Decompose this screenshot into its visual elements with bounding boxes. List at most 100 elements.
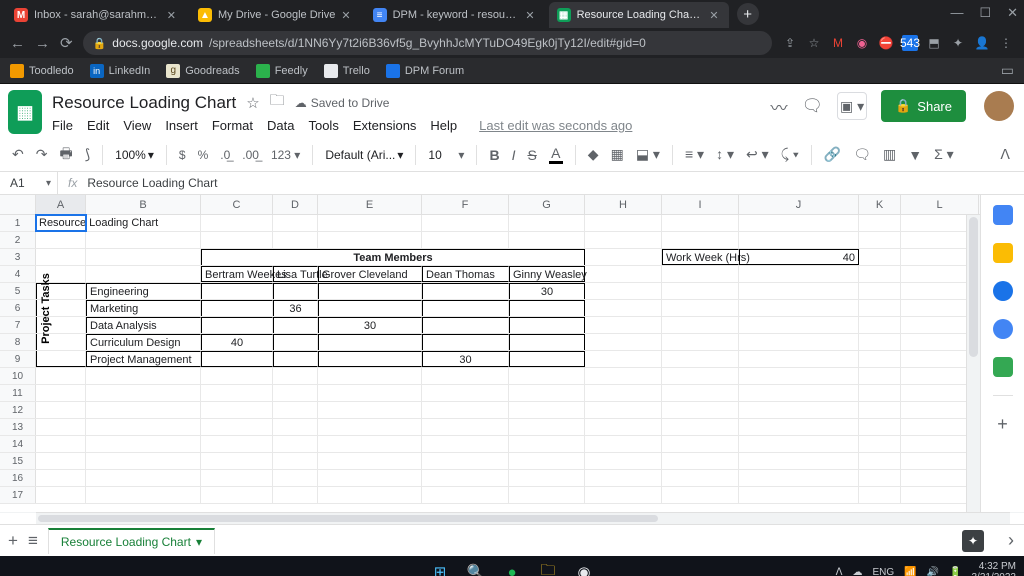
cell[interactable]: Lisa Turtle (273, 266, 318, 282)
close-icon[interactable]: ✕ (341, 9, 350, 22)
close-window-icon[interactable]: ✕ (1007, 5, 1018, 21)
currency-button[interactable]: $ (177, 148, 188, 162)
cell[interactable] (36, 436, 86, 452)
cell[interactable] (662, 368, 739, 384)
document-title[interactable]: Resource Loading Chart (52, 93, 236, 113)
cell[interactable] (585, 249, 662, 265)
cell[interactable] (36, 249, 86, 265)
menu-icon[interactable]: ⋮ (998, 35, 1014, 51)
cell[interactable] (422, 419, 509, 435)
extensions-icon[interactable]: ✦ (950, 35, 966, 51)
cell[interactable] (662, 215, 739, 231)
badge-count[interactable]: 543 (902, 35, 918, 51)
cell[interactable] (859, 351, 901, 367)
cell[interactable] (422, 334, 509, 350)
text-color-button[interactable]: A (547, 145, 565, 164)
cell[interactable]: Team Members (201, 249, 585, 265)
cell[interactable]: Ginny Weasley (509, 266, 585, 282)
cell[interactable] (585, 334, 662, 350)
cell[interactable]: 40 (739, 249, 859, 265)
cell[interactable]: Resource Loading Chart (36, 215, 86, 231)
paint-format-button[interactable]: ⟆ (83, 146, 92, 163)
decrease-decimal-button[interactable]: .0̲ (218, 148, 232, 162)
cell[interactable] (585, 436, 662, 452)
cell[interactable] (273, 436, 318, 452)
cell[interactable] (509, 385, 585, 401)
language-indicator[interactable]: ENG (872, 567, 894, 576)
bookmark-toodledo[interactable]: Toodledo (10, 64, 74, 78)
cell[interactable] (739, 470, 859, 486)
undo-button[interactable]: ↶ (10, 146, 26, 163)
cell[interactable] (859, 385, 901, 401)
cell[interactable] (422, 453, 509, 469)
cell[interactable] (509, 215, 585, 231)
bookmark-goodreads[interactable]: gGoodreads (166, 64, 239, 78)
cell[interactable] (86, 487, 201, 503)
cell[interactable] (86, 266, 201, 282)
explore-button[interactable]: ✦ (962, 530, 984, 552)
cell[interactable]: 30 (318, 317, 422, 333)
cell[interactable]: Curriculum Design (86, 334, 201, 350)
strike-button[interactable]: S (525, 147, 538, 163)
comment-button[interactable]: 🗨 (851, 146, 873, 163)
cell[interactable] (273, 334, 318, 350)
cell[interactable] (859, 334, 901, 350)
print-button[interactable]: 🖶 (57, 143, 74, 167)
cell[interactable] (739, 351, 859, 367)
sheets-logo-icon[interactable]: ▦ (8, 90, 42, 134)
cell[interactable] (318, 470, 422, 486)
menu-view[interactable]: View (123, 118, 151, 133)
maps-icon[interactable] (993, 357, 1013, 377)
cell[interactable] (36, 385, 86, 401)
cell[interactable] (585, 317, 662, 333)
cell[interactable] (273, 419, 318, 435)
spotify-icon[interactable]: ● (501, 561, 523, 576)
row-header[interactable]: 14 (0, 436, 36, 452)
cell[interactable] (318, 385, 422, 401)
menu-data[interactable]: Data (267, 118, 294, 133)
cell[interactable] (662, 351, 739, 367)
cell[interactable] (36, 232, 86, 248)
percent-button[interactable]: % (196, 148, 211, 162)
cell[interactable] (585, 283, 662, 299)
cell[interactable] (859, 266, 901, 282)
row-header[interactable]: 16 (0, 470, 36, 486)
cell[interactable] (859, 317, 901, 333)
contacts-icon[interactable] (993, 319, 1013, 339)
valign-button[interactable]: ↕ ▾ (714, 146, 736, 163)
cell[interactable] (86, 385, 201, 401)
cell[interactable] (739, 334, 859, 350)
comments-icon[interactable]: 🗨 (802, 96, 824, 116)
cell[interactable] (662, 385, 739, 401)
link-button[interactable]: 🔗 (822, 146, 843, 163)
share-button[interactable]: 🔒Share (881, 90, 966, 122)
cell[interactable] (739, 317, 859, 333)
hide-sidepanel-button[interactable]: › (1008, 530, 1014, 551)
chart-button[interactable]: ▥ (881, 146, 898, 163)
cell[interactable] (662, 266, 739, 282)
onedrive-icon[interactable]: ☁ (852, 567, 862, 576)
cell[interactable] (36, 368, 86, 384)
cell[interactable] (739, 453, 859, 469)
cell[interactable] (739, 385, 859, 401)
reading-list-icon[interactable]: ▭ (1001, 62, 1014, 79)
close-icon[interactable]: ✕ (167, 9, 176, 22)
cell[interactable] (318, 334, 422, 350)
row-header[interactable]: 8 (0, 334, 36, 350)
cell[interactable] (318, 402, 422, 418)
filter-button[interactable]: ▼ (906, 147, 924, 163)
account-avatar[interactable] (984, 91, 1014, 121)
collapse-toolbar-button[interactable]: ᐱ (998, 146, 1012, 163)
cell[interactable] (585, 385, 662, 401)
name-box[interactable]: A1▾ (0, 172, 58, 194)
forward-button[interactable]: → (35, 35, 50, 52)
menu-help[interactable]: Help (430, 118, 457, 133)
cell[interactable] (201, 317, 273, 333)
ext-icon[interactable]: ⬒ (926, 35, 942, 51)
menu-tools[interactable]: Tools (308, 118, 338, 133)
cell[interactable] (422, 300, 509, 316)
close-icon[interactable]: ✕ (709, 9, 718, 22)
cell[interactable] (739, 419, 859, 435)
cell[interactable] (36, 487, 86, 503)
star-icon[interactable]: ☆ (246, 94, 259, 112)
